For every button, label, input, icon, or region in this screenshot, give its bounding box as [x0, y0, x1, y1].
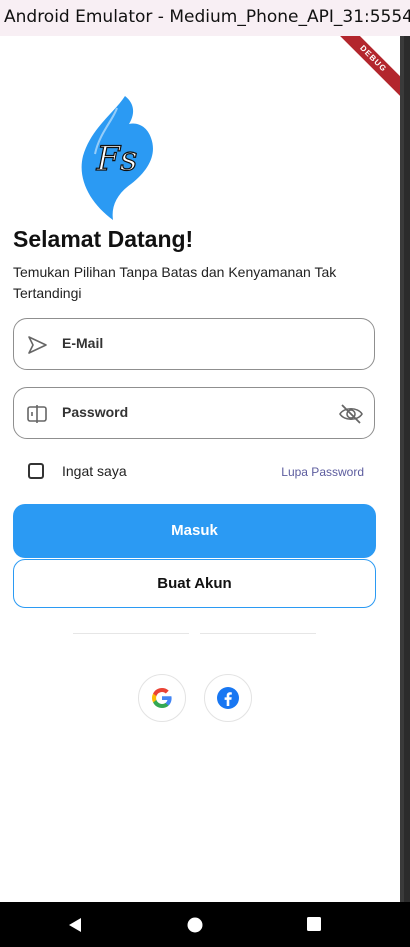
forgot-password-link[interactable]: Lupa Password	[281, 465, 364, 479]
login-button[interactable]: Masuk	[13, 504, 376, 558]
emulator-title: Android Emulator - Medium_Phone_API_31:5…	[4, 7, 410, 27]
password-icon	[27, 405, 47, 423]
create-account-button[interactable]: Buat Akun	[13, 559, 376, 608]
remember-checkbox[interactable]	[28, 463, 44, 479]
app-screen: DEBUG Fs Selamat Datang! Temukan Pilihan…	[0, 36, 400, 902]
email-label: E-Mail	[62, 335, 104, 351]
facebook-login-button[interactable]	[204, 674, 252, 722]
visibility-off-icon[interactable]	[338, 402, 364, 426]
debug-banner: DEBUG	[329, 36, 400, 103]
password-label: Password	[62, 404, 129, 420]
emulator-title-bar: Android Emulator - Medium_Phone_API_31:5…	[0, 0, 410, 36]
google-login-button[interactable]	[138, 674, 186, 722]
logo-monogram: Fs	[95, 139, 137, 179]
remember-label: Ingat saya	[62, 463, 127, 479]
password-field[interactable]: Password	[13, 387, 375, 439]
app-logo: Fs	[81, 96, 153, 220]
android-nav-bar	[0, 902, 410, 947]
welcome-subtitle: Temukan Pilihan Tanpa Batas dan Kenyaman…	[13, 264, 337, 301]
home-icon[interactable]	[186, 916, 204, 934]
facebook-icon	[217, 687, 239, 709]
recents-icon[interactable]	[306, 916, 322, 932]
emulator-side-frame	[400, 36, 410, 902]
email-field[interactable]: E-Mail	[13, 318, 375, 370]
welcome-title: Selamat Datang!	[13, 226, 194, 252]
google-icon	[152, 688, 172, 708]
back-icon[interactable]	[66, 916, 84, 934]
divider-right	[200, 633, 316, 634]
divider-left	[73, 633, 189, 634]
send-icon	[28, 336, 47, 354]
